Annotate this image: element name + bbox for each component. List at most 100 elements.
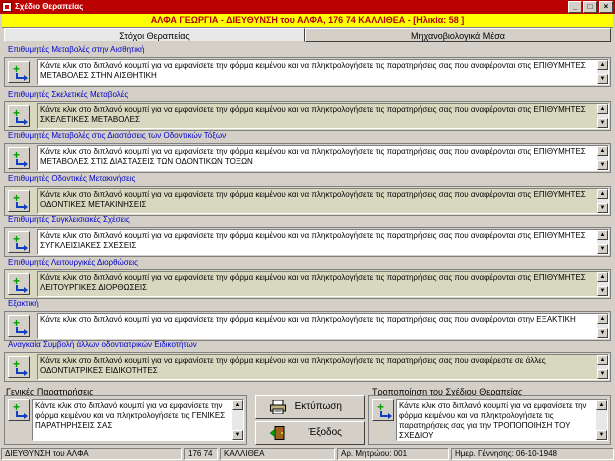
tab-mechanobiological-means[interactable]: Μηχανοβιολογικά Μέσα [305, 28, 611, 42]
scroll-up-arrow-icon[interactable]: ▲ [597, 314, 608, 324]
section-add-button[interactable]: + [8, 315, 30, 337]
arrow-icon [16, 202, 28, 210]
modification-text[interactable]: Κάντε κλικ στο διπλανό κουμπί για να εμφ… [396, 399, 608, 441]
section-label: Εξακτική [8, 299, 39, 308]
general-notes-text[interactable]: Κάντε κλικ στο διπλανό κουμπί για να εμφ… [32, 399, 244, 441]
scroll-down-arrow-icon[interactable]: ▼ [597, 203, 608, 213]
section-panel: + Κάντε κλικ στο διπλανό κουμπί για να εμ… [4, 143, 611, 173]
scroll-up-arrow-icon[interactable]: ▲ [597, 355, 608, 365]
scroll-up-arrow-icon[interactable]: ▲ [597, 104, 608, 114]
section-text[interactable]: Κάντε κλικ στο διπλανό κουμπί για να εμφ… [37, 188, 609, 214]
section-text-content: Κάντε κλικ στο διπλανό κουμπί για να εμφ… [40, 190, 586, 209]
section-scrollbar[interactable]: ▲ ▼ [597, 60, 608, 84]
section-add-button[interactable]: + [8, 356, 30, 378]
general-notes-scrollbar[interactable]: ▲ ▼ [232, 400, 243, 440]
section-text-content: Κάντε κλικ στο διπλανό κουμπί για να εμφ… [40, 105, 586, 124]
scroll-up-arrow-icon[interactable]: ▲ [597, 272, 608, 282]
scroll-up-arrow-icon[interactable]: ▲ [597, 146, 608, 156]
scroll-up-arrow-icon[interactable]: ▲ [596, 400, 607, 410]
exit-button[interactable]: Έξοδος [255, 421, 365, 445]
section-add-button[interactable]: + [8, 61, 30, 83]
section-text[interactable]: Κάντε κλικ στο διπλανό κουμπί για να εμφ… [37, 59, 609, 85]
section-label: Επιθυμητές Σκελετικές Μεταβολές [8, 90, 129, 99]
arrow-icon [16, 368, 28, 376]
print-button[interactable]: Εκτύπωση [255, 395, 365, 419]
modification-scrollbar[interactable]: ▲ ▼ [596, 400, 607, 440]
arrow-icon [16, 243, 28, 251]
scroll-up-arrow-icon[interactable]: ▲ [597, 230, 608, 240]
scroll-down-arrow-icon[interactable]: ▼ [597, 118, 608, 128]
section-label: Επιθυμητές Μεταβολές στην Αισθητική [8, 45, 145, 54]
section-label: Επιθυμητές Συγκλεισιακές Σχέσεις [8, 215, 130, 224]
section-add-button[interactable]: + [8, 190, 30, 212]
scroll-down-arrow-icon[interactable]: ▼ [596, 430, 607, 440]
status-zip: 176 74 [184, 448, 218, 460]
arrow-icon [16, 159, 28, 167]
status-city: ΚΑΛΛΙΘΕΑ [220, 448, 335, 460]
tab-treatment-goals[interactable]: Στόχοι Θεραπείας [4, 28, 305, 42]
scroll-down-arrow-icon[interactable]: ▼ [232, 430, 243, 440]
modification-content: Κάντε κλικ στο διπλανό κουμπί για να εμφ… [399, 401, 587, 440]
section-scrollbar[interactable]: ▲ ▼ [597, 230, 608, 254]
section-panel: + Κάντε κλικ στο διπλανό κουμπί για να εμ… [4, 186, 611, 216]
general-notes-add-button[interactable]: + [8, 399, 30, 421]
section-scrollbar[interactable]: ▲ ▼ [597, 355, 608, 379]
section-panel: + Κάντε κλικ στο διπλανό κουμπί για να εμ… [4, 57, 611, 87]
section-add-button[interactable]: + [8, 231, 30, 253]
scroll-down-arrow-icon[interactable]: ▼ [597, 328, 608, 338]
section-add-button[interactable]: + [8, 147, 30, 169]
arrow-icon [16, 411, 28, 419]
door-exit-icon [270, 426, 285, 440]
section-panel: + Κάντε κλικ στο διπλανό κουμπί για να εμ… [4, 227, 611, 257]
section-scrollbar[interactable]: ▲ ▼ [597, 146, 608, 170]
status-bar: ΔΙΕΥΘΥΝΣΗ του ΑΛΦΑ 176 74 ΚΑΛΛΙΘΕΑ Αρ. Μ… [0, 447, 615, 461]
general-notes-panel: + Κάντε κλικ στο διπλανό κουμπί για να ε… [4, 395, 247, 445]
close-button[interactable]: × [599, 1, 613, 13]
section-text-content: Κάντε κλικ στο διπλανό κουμπί για να εμφ… [40, 315, 576, 324]
scroll-up-arrow-icon[interactable]: ▲ [597, 189, 608, 199]
section-scrollbar[interactable]: ▲ ▼ [597, 314, 608, 338]
exit-button-label: Έξοδος [308, 427, 342, 438]
section-text[interactable]: Κάντε κλικ στο διπλανό κουμπί για να εμφ… [37, 145, 609, 171]
scroll-down-arrow-icon[interactable]: ▼ [597, 160, 608, 170]
section-scrollbar[interactable]: ▲ ▼ [597, 272, 608, 296]
scroll-down-arrow-icon[interactable]: ▼ [597, 74, 608, 84]
status-birthdate: Ημερ. Γέννησης: 06-10-1948 [451, 448, 614, 460]
section-text-content: Κάντε κλικ στο διπλανό κουμπί για να εμφ… [40, 273, 586, 292]
section-panel: + Κάντε κλικ στο διπλανό κουμπί για να εμ… [4, 101, 611, 131]
section-text-content: Κάντε κλικ στο διπλανό κουμπί για να εμφ… [40, 147, 586, 166]
section-label: Αναγκαία Συμβολή άλλων οδοντιατρικών Ειδ… [8, 340, 197, 349]
scroll-down-arrow-icon[interactable]: ▼ [597, 244, 608, 254]
title-bar[interactable]: Σχέδιο Θεραπείας _ □ × [0, 0, 615, 14]
section-text[interactable]: Κάντε κλικ στο διπλανό κουμπί για να εμφ… [37, 354, 609, 380]
section-panel: + Κάντε κλικ στο διπλανό κουμπί για να εμ… [4, 352, 611, 382]
printer-icon [270, 400, 286, 414]
scroll-down-arrow-icon[interactable]: ▼ [597, 286, 608, 296]
arrow-icon [16, 73, 28, 81]
section-scrollbar[interactable]: ▲ ▼ [597, 189, 608, 213]
scroll-down-arrow-icon[interactable]: ▼ [597, 369, 608, 379]
app-icon [2, 2, 12, 12]
section-panel: + Κάντε κλικ στο διπλανό κουμπί για να εμ… [4, 269, 611, 299]
section-text[interactable]: Κάντε κλικ στο διπλανό κουμπί για να εμφ… [37, 103, 609, 129]
print-button-label: Εκτύπωση [294, 401, 342, 412]
modification-add-button[interactable]: + [372, 399, 394, 421]
scroll-up-arrow-icon[interactable]: ▲ [232, 400, 243, 410]
window-title: Σχέδιο Θεραπείας [15, 2, 84, 11]
section-add-button[interactable]: + [8, 105, 30, 127]
minimize-button[interactable]: _ [568, 1, 582, 13]
status-record-number: Αρ. Μητρώου: 001 [337, 448, 449, 460]
section-label: Επιθυμητές Μεταβολές στις Διαστάσεις των… [8, 131, 227, 140]
scroll-up-arrow-icon[interactable]: ▲ [597, 60, 608, 70]
section-label: Επιθυμητές Οδοντικές Μετακινήσεις [8, 174, 136, 183]
maximize-button[interactable]: □ [583, 1, 597, 13]
status-address: ΔΙΕΥΘΥΝΣΗ του ΑΛΦΑ [1, 448, 182, 460]
section-scrollbar[interactable]: ▲ ▼ [597, 104, 608, 128]
general-notes-content: Κάντε κλικ στο διπλανό κουμπί για να εμφ… [35, 401, 226, 430]
section-add-button[interactable]: + [8, 273, 30, 295]
section-text[interactable]: Κάντε κλικ στο διπλανό κουμπί για να εμφ… [37, 229, 609, 255]
arrow-icon [16, 327, 28, 335]
modification-panel: + Κάντε κλικ στο διπλανό κουμπί για να ε… [368, 395, 611, 445]
section-text[interactable]: Κάντε κλικ στο διπλανό κουμπί για να εμφ… [37, 271, 609, 297]
section-text[interactable]: Κάντε κλικ στο διπλανό κουμπί για να εμφ… [37, 313, 609, 339]
